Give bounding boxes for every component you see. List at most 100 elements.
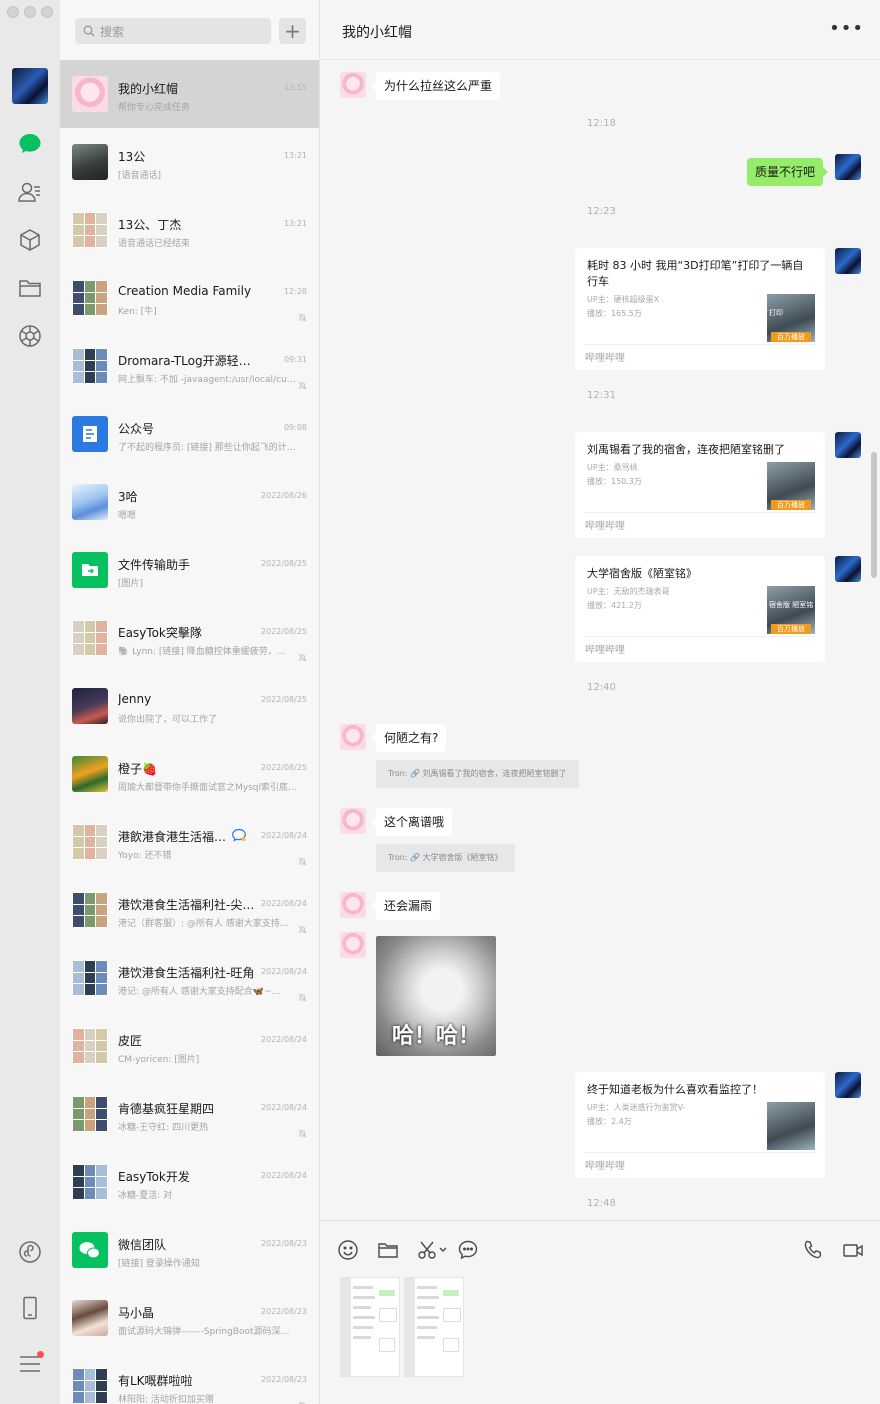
chat-bubble-icon[interactable] <box>457 1239 479 1261</box>
avatar[interactable] <box>835 248 861 274</box>
message-bubble[interactable]: 何陋之有? <box>370 724 447 752</box>
message-area[interactable]: 为什么拉丝这么严重 12:18 质量不行吧 12:23 耗时 83 小时 我用“3D打印… <box>320 60 880 1220</box>
avatar[interactable] <box>835 1072 861 1098</box>
conversation-item[interactable]: 港饮港食生活福利社-尖… 港记（群客服）: @所有人 感谢大家支持… 2022/08… <box>60 876 319 944</box>
quoted-message[interactable]: Tron: 🔗 大学宿舍版《陋室铭》 <box>376 844 515 872</box>
cat-image[interactable]: 哈！哈！ <box>376 936 496 1056</box>
conversation-item[interactable]: Creation Media Family Ken: [牛] 12:28 <box>60 264 319 332</box>
video-call-icon[interactable] <box>842 1239 864 1261</box>
close-window-button[interactable] <box>7 6 19 18</box>
video-link-card[interactable]: 刘禹锡看了我的宿舍，连夜把陋室铭删了 UP主：桑骂桃 播放：150.3万 百万播放 哔哩… <box>575 432 825 538</box>
avatar <box>72 552 108 588</box>
conversation-preview: 面试源码大锦弹-------SpringBoot源码深… <box>118 1327 290 1337</box>
card-title: 终于知道老板为什么喜欢看监控了！ <box>587 1083 763 1096</box>
folder-icon[interactable] <box>377 1239 399 1261</box>
attached-screenshot[interactable] <box>340 1277 400 1377</box>
conversation-item[interactable]: 港飲港食港生活福… Yoyo: 还不错 2022/08/24 <box>60 808 319 876</box>
timestamp: 12:31 <box>587 390 616 401</box>
conversation-time: 2022/08/23 <box>260 1375 307 1384</box>
conversation-name: 3哈 <box>118 490 138 504</box>
conversation-item[interactable]: 我的小红帽 帮你专心完成任务 13:55 <box>60 60 319 128</box>
avatar <box>72 416 108 452</box>
avatar <box>72 688 108 724</box>
card-title: 刘禹锡看了我的宿舍，连夜把陋室铭删了 <box>587 443 785 456</box>
avatar[interactable] <box>340 72 366 98</box>
conversation-name: 橙子🍓 <box>118 762 157 776</box>
zoom-window-button[interactable] <box>41 6 53 18</box>
conversation-preview: 冰糖-王守红: 四川更热 <box>118 1123 209 1133</box>
box-icon[interactable] <box>16 226 44 254</box>
contacts-icon[interactable] <box>16 178 44 206</box>
conversation-time: 13:55 <box>283 83 307 92</box>
conversation-time: 2022/08/24 <box>260 967 307 976</box>
conversation-item[interactable]: 文件传输助手 [图片] 2022/08/25 <box>60 536 319 604</box>
avatar[interactable] <box>340 724 366 750</box>
my-avatar[interactable] <box>12 68 48 104</box>
search-input[interactable]: 搜索 <box>75 18 271 44</box>
folder-icon[interactable] <box>16 274 44 302</box>
conversation-item[interactable]: Dromara-TLog开源轻量级日… 网上飘车: 不加 -javaagent:/… <box>60 332 319 400</box>
attached-screenshot[interactable] <box>404 1277 464 1377</box>
more-button[interactable]: ••• <box>829 18 864 39</box>
conversation-item[interactable]: 公众号 了不起的程序员: [链接] 那些让你起飞的计… 09:08 <box>60 400 319 468</box>
menu-icon[interactable] <box>16 1350 44 1378</box>
video-link-card[interactable]: 大学宿舍版《陋室铭》 UP主：无敌的杰瑞表哥 播放：421.2万 宿舍版 陋室铭 百万播… <box>575 556 825 662</box>
video-link-card[interactable]: 终于知道老板为什么喜欢看监控了！ UP主：人类迷惑行为鉴赏V- 播放：2.4万 哔哩哔… <box>575 1072 825 1178</box>
avatar[interactable] <box>340 808 366 834</box>
message-bubble[interactable]: 这个离谱哦 <box>370 808 453 836</box>
conversation-item[interactable]: 港饮港食生活福利社-旺角 港记: @所有人 感谢大家支持配合🦋~… 2022/08/… <box>60 944 319 1012</box>
avatar[interactable] <box>340 892 366 918</box>
conversation-item[interactable]: 微信团队 [链接] 登录操作通知 2022/08/23 <box>60 1216 319 1284</box>
chat-icon[interactable] <box>16 130 44 158</box>
conversation-item[interactable]: 皮匠 CM-yoricen: [图片] 2022/08/24 <box>60 1012 319 1080</box>
conversation-item[interactable]: EasyTok开发 冰糖-夏洁: 对 2022/08/24 <box>60 1148 319 1216</box>
notification-dot <box>37 1351 44 1358</box>
message-bubble[interactable]: 为什么拉丝这么严重 <box>370 72 501 100</box>
minimize-window-button[interactable] <box>24 6 36 18</box>
scissors-icon[interactable] <box>417 1239 449 1261</box>
conversation-item[interactable]: 13公、丁杰 语音通话已经结束 13:21 <box>60 196 319 264</box>
card-uploader: UP主：硬核超级蛋X <box>587 295 660 304</box>
quoted-message[interactable]: Tron: 🔗 刘禹锡看了我的宿舍，连夜把陋室铭删了 <box>376 760 579 788</box>
miniprogram-icon[interactable] <box>16 1238 44 1266</box>
conversation-item[interactable]: 3哈 嗯嗯 2022/08/26 <box>60 468 319 536</box>
avatar[interactable] <box>835 556 861 582</box>
avatar <box>72 280 108 316</box>
scrollbar[interactable] <box>871 452 877 578</box>
conversation-item[interactable]: 马小晶 面试源码大锦弹-------SpringBoot源码深… 2022/08/2… <box>60 1284 319 1352</box>
message-bubble[interactable]: 还会漏雨 <box>370 892 441 920</box>
conversation-name: EasyTok突擊隊 <box>118 626 202 640</box>
timestamp: 12:18 <box>587 118 616 129</box>
conversation-item[interactable]: 13公 [语音通话] 13:21 <box>60 128 319 196</box>
conversation-preview: 了不起的程序员: [链接] 那些让你起飞的计… <box>118 443 296 453</box>
avatar[interactable] <box>835 154 861 180</box>
conversation-item[interactable]: EasyTok突擊隊 🐘 Lynn: [链接] 降血糖控体重缓疲劳，… 2022/0… <box>60 604 319 672</box>
avatar <box>72 484 108 520</box>
conversation-name: 13公、丁杰 <box>118 218 182 232</box>
add-button[interactable]: + <box>279 18 306 44</box>
conversation-item[interactable]: 橙子🍓 周瑜大都督带你手撕面试官之Mysql索引底… 2022/08/25 <box>60 740 319 808</box>
conversation-preview: 网上飘车: 不加 -javaagent:/usr/local/cu… <box>118 375 296 385</box>
phone-icon[interactable] <box>16 1294 44 1322</box>
conversation-item[interactable]: 肯德基疯狂星期四 冰糖-王守红: 四川更热 2022/08/24 <box>60 1080 319 1148</box>
conversation-time: 2022/08/25 <box>260 559 307 568</box>
conversation-name: Creation Media Family <box>118 284 252 298</box>
mute-bell-icon <box>298 1395 307 1404</box>
conversation-name: 微信团队 <box>118 1238 167 1252</box>
avatar[interactable] <box>835 432 861 458</box>
avatar <box>72 348 108 384</box>
conversation-name: 13公 <box>118 150 146 164</box>
conversation-time: 09:31 <box>283 355 307 364</box>
moments-icon[interactable] <box>16 322 44 350</box>
mute-bell-icon <box>298 987 307 1002</box>
avatar[interactable] <box>340 932 366 958</box>
phone-call-icon[interactable] <box>802 1239 824 1261</box>
emoji-icon[interactable] <box>337 1239 359 1261</box>
thumbnail-label: 打印 <box>769 309 783 317</box>
conversation-list: 搜索 + 我的小红帽 帮你专心完成任务 13:55 13公 [语音通话] 13:21 13公… <box>60 0 320 1404</box>
conversation-time: 09:08 <box>283 423 307 432</box>
conversation-item[interactable]: 有LK嘅群啦啦 林阳阳: 活动折扣加买赠 2022/08/23 <box>60 1352 319 1404</box>
video-link-card[interactable]: 耗时 83 小时 我用“3D打印笔”打印了一辆自行车 UP主：硬核超级蛋X 播放：1… <box>575 248 825 370</box>
conversation-item[interactable]: Jenny 说你出院了，可以工作了 2022/08/25 <box>60 672 319 740</box>
message-bubble[interactable]: 质量不行吧 <box>746 158 829 186</box>
